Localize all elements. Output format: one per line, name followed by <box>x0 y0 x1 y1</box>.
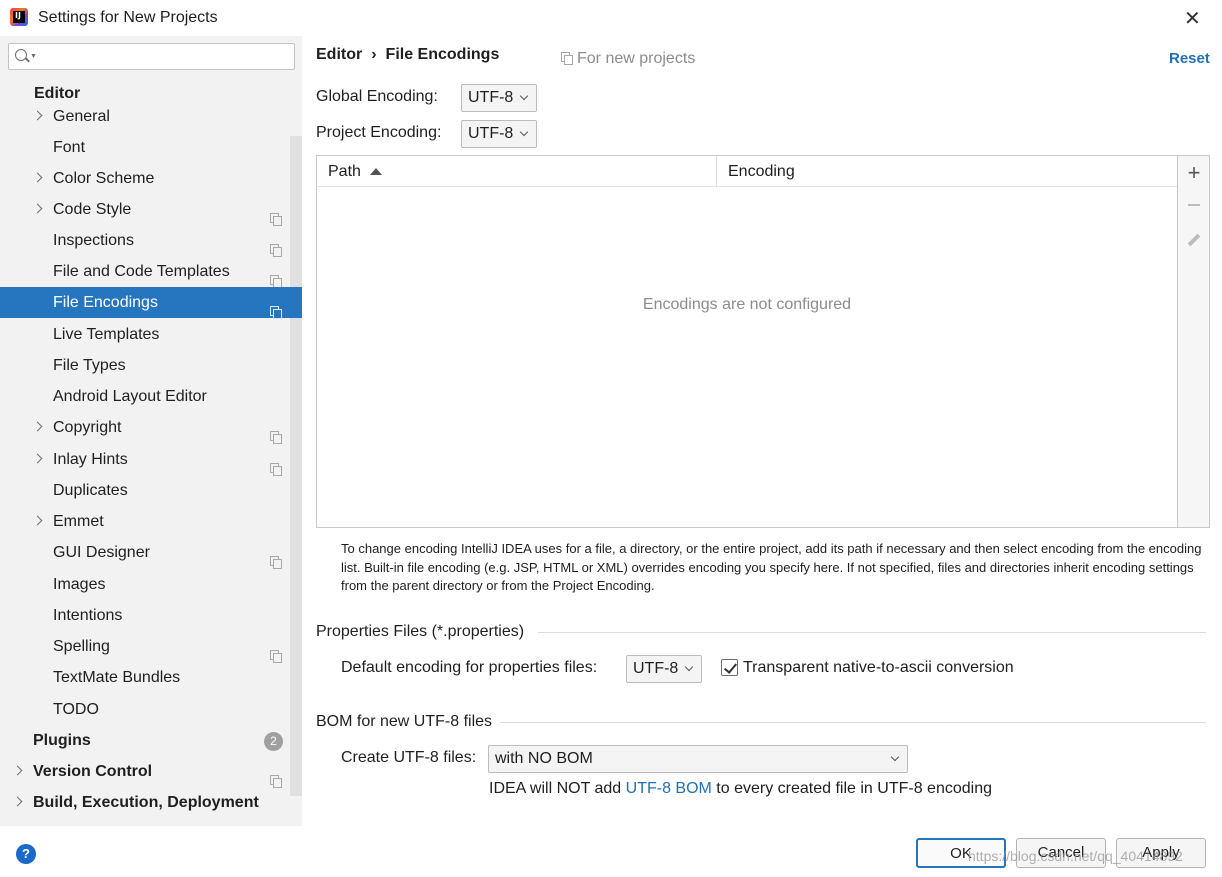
project-scope-icon <box>270 297 282 319</box>
tree-item-font[interactable]: Font <box>0 132 302 163</box>
chevron-right-icon[interactable] <box>32 110 43 121</box>
tree-item-inspections[interactable]: Inspections <box>0 225 302 257</box>
project-encoding-select[interactable]: UTF-8 <box>461 120 537 148</box>
breadcrumb-parent: Editor <box>316 46 363 63</box>
chevron-down-icon <box>519 91 529 101</box>
tree-item-live-templates[interactable]: Live Templates <box>0 319 302 350</box>
tree-item-plugins[interactable]: Plugins 2 <box>0 725 302 756</box>
chevron-right-icon[interactable] <box>32 172 43 183</box>
bom-note: IDEA will NOT add UTF-8 BOM to every cre… <box>489 780 992 797</box>
breadcrumb: Editor › File Encodings <box>316 46 499 64</box>
section-divider <box>538 632 1206 633</box>
column-divider[interactable] <box>716 156 717 187</box>
transparent-ascii-checkbox[interactable] <box>721 659 738 676</box>
project-scope-icon <box>270 454 282 476</box>
properties-section-title: Properties Files (*.properties) <box>316 623 525 640</box>
chevron-right-icon[interactable] <box>12 765 23 776</box>
project-scope-icon <box>270 266 282 288</box>
global-encoding-select[interactable]: UTF-8 <box>461 84 537 112</box>
section-divider <box>500 722 1206 723</box>
tree-item-color-scheme[interactable]: Color Scheme <box>0 163 302 194</box>
tree-item-spelling[interactable]: Spelling <box>0 631 302 663</box>
search-input[interactable] <box>39 46 289 67</box>
project-scope-icon <box>270 204 282 226</box>
chevron-down-icon <box>519 127 529 137</box>
settings-search[interactable]: ▼ <box>8 43 295 70</box>
chevron-right-icon[interactable] <box>32 203 43 214</box>
add-icon[interactable]: + <box>1178 160 1210 186</box>
reset-link[interactable]: Reset <box>1169 50 1210 67</box>
column-header-encoding[interactable]: Encoding <box>728 156 795 187</box>
path-encoding-table[interactable]: Path Encoding Encodings are not configur… <box>316 155 1178 528</box>
tree-item-version-control[interactable]: Version Control <box>0 756 302 788</box>
tree-item-file-encodings[interactable]: File Encodings <box>0 287 302 319</box>
chevron-right-icon[interactable] <box>32 453 43 464</box>
project-scope-icon <box>270 235 282 257</box>
encoding-help-text: To change encoding IntelliJ IDEA uses fo… <box>341 541 1202 593</box>
table-header: Path Encoding <box>317 156 1177 187</box>
project-encoding-label: Project Encoding: <box>316 124 442 141</box>
tree-item-duplicates[interactable]: Duplicates <box>0 475 302 506</box>
chevron-right-icon[interactable] <box>32 515 43 526</box>
tree-item-android-layout-editor[interactable]: Android Layout Editor <box>0 381 302 412</box>
global-encoding-label: Global Encoding: <box>316 88 438 105</box>
search-options-icon[interactable]: ▼ <box>30 53 37 60</box>
chevron-down-icon <box>684 662 694 672</box>
watermark: https://blog.csdn.net/qq_40414892 <box>968 848 1183 864</box>
tree-item-general[interactable]: General <box>0 101 302 132</box>
tree-item-images[interactable]: Images <box>0 569 302 600</box>
project-scope-icon <box>270 766 282 788</box>
tree-item-textmate-bundles[interactable]: TextMate Bundles <box>0 662 302 693</box>
breadcrumb-separator: › <box>371 46 377 63</box>
plugins-update-badge: 2 <box>264 732 283 751</box>
project-scope-icon <box>270 641 282 663</box>
edit-icon[interactable] <box>1178 230 1210 250</box>
create-utf8-label: Create UTF-8 files: <box>341 749 477 766</box>
project-scope-icon <box>270 547 282 569</box>
help-icon[interactable]: ? <box>16 844 36 864</box>
properties-default-label: Default encoding for properties files: <box>341 659 598 676</box>
tree-item-inlay-hints[interactable]: Inlay Hints <box>0 444 302 476</box>
settings-sidebar: ▼ Editor General Font Color Scheme Code … <box>0 36 302 826</box>
transparent-ascii-label[interactable]: Transparent native-to-ascii conversion <box>743 659 1014 677</box>
table-empty-text: Encodings are not configured <box>642 296 852 313</box>
tree-item-emmet[interactable]: Emmet <box>0 506 302 537</box>
breadcrumb-current: File Encodings <box>385 46 500 63</box>
utf8-bom-link[interactable]: UTF-8 BOM <box>626 780 712 797</box>
tree-item-copyright[interactable]: Copyright <box>0 412 302 444</box>
window-title: Settings for New Projects <box>38 9 218 26</box>
sort-ascending-icon <box>370 168 382 175</box>
project-scope-icon <box>561 52 573 65</box>
properties-encoding-select[interactable]: UTF-8 <box>626 655 702 683</box>
tree-item-file-types[interactable]: File Types <box>0 350 302 381</box>
chevron-down-icon <box>890 752 900 762</box>
intellij-app-icon: IJ <box>10 8 28 26</box>
project-scope-icon <box>270 422 282 444</box>
tree-item-code-style[interactable]: Code Style <box>0 194 302 226</box>
column-header-path[interactable]: Path <box>328 156 361 187</box>
bom-section-title: BOM for new UTF-8 files <box>316 713 493 730</box>
bom-select[interactable]: with NO BOM <box>488 745 908 773</box>
scope-hint: For new projects <box>561 50 695 68</box>
search-icon <box>15 49 27 61</box>
table-toolbar: + <box>1178 155 1210 528</box>
tree-item-build-execution-deployment[interactable]: Build, Execution, Deployment <box>0 787 302 818</box>
chevron-right-icon[interactable] <box>12 796 23 807</box>
chevron-right-icon[interactable] <box>32 421 43 432</box>
tree-item-intentions[interactable]: Intentions <box>0 600 302 631</box>
title-bar: IJ Settings for New Projects ✕ <box>0 0 1222 36</box>
close-icon[interactable]: ✕ <box>1184 6 1201 31</box>
tree-item-file-and-code-templates[interactable]: File and Code Templates <box>0 256 302 288</box>
remove-icon[interactable] <box>1178 194 1210 206</box>
tree-item-gui-designer[interactable]: GUI Designer <box>0 537 302 569</box>
tree-item-todo[interactable]: TODO <box>0 694 302 725</box>
